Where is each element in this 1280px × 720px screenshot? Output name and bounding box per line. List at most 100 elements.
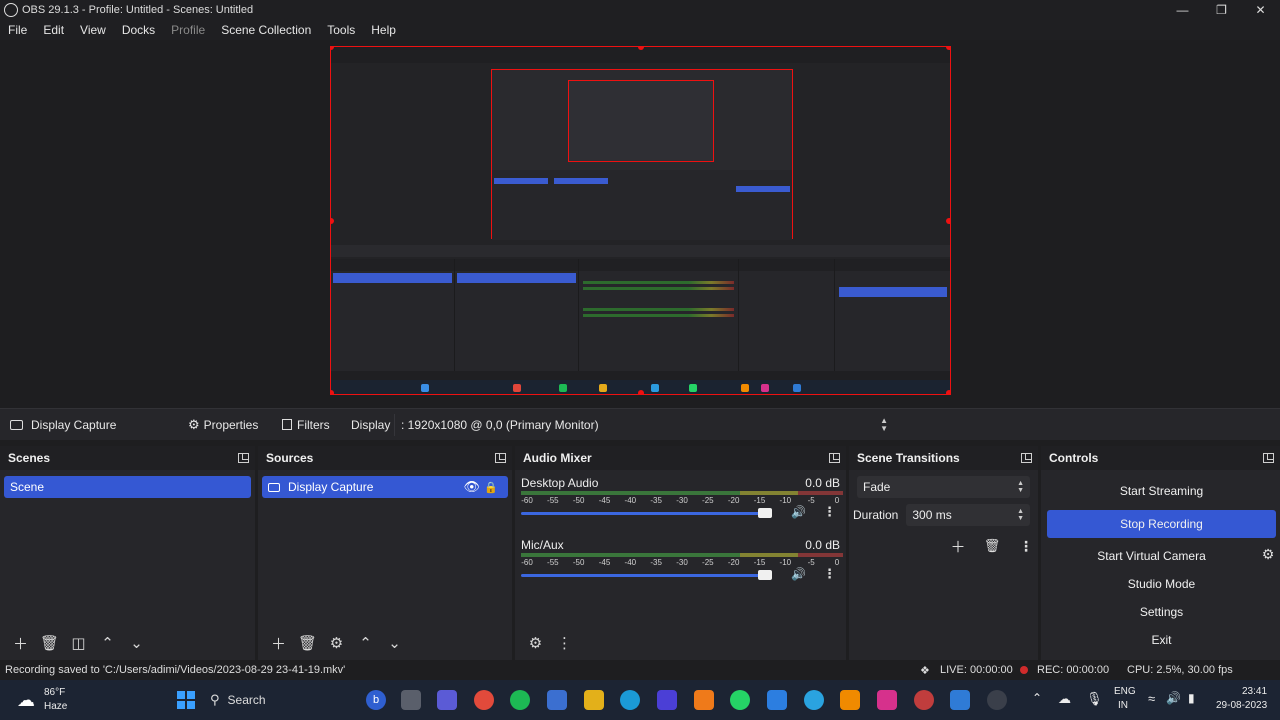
meter-tick-label: -60	[521, 496, 533, 505]
obs-taskbar-icon[interactable]	[987, 690, 1007, 710]
store-icon[interactable]	[547, 690, 567, 710]
settings-button[interactable]: Settings	[1047, 599, 1276, 625]
rec-dot-icon	[1020, 666, 1028, 674]
add-icon[interactable]: ＋	[941, 534, 975, 558]
clock-time[interactable]: 23:41	[1242, 686, 1267, 697]
add-icon[interactable]: ＋	[6, 631, 35, 655]
duration-spinbox[interactable]: 300 ms ▲ ▼	[906, 504, 1030, 526]
undock-icon[interactable]	[495, 453, 506, 463]
volume-icon[interactable]: 🔊	[1166, 691, 1181, 705]
channel-level: 0.0 dB	[805, 538, 840, 552]
eye-icon[interactable]: 👁	[463, 479, 480, 495]
scene-filters-icon[interactable]: ◫	[64, 631, 93, 655]
clock-date: 29-08-2023	[1216, 700, 1268, 711]
display-select[interactable]: : 1920x1080 @ 0,0 (Primary Monitor) ▲ ▼	[394, 413, 894, 436]
add-icon[interactable]: ＋	[264, 631, 293, 655]
exit-button[interactable]: Exit	[1047, 627, 1276, 653]
kebab-menu-icon[interactable]: ⋮	[823, 566, 836, 582]
kebab-menu-icon[interactable]: ⋮	[550, 631, 579, 655]
whatsapp-icon[interactable]	[730, 690, 750, 710]
undock-icon[interactable]	[238, 453, 249, 463]
mic-icon[interactable]: 🎙	[1086, 691, 1103, 707]
display-label: Display	[351, 417, 391, 432]
edge-icon[interactable]	[620, 690, 640, 710]
chrome-profile-icon[interactable]	[914, 690, 934, 710]
meter-tick-label: -30	[676, 496, 688, 505]
instagram-icon[interactable]	[877, 690, 897, 710]
app-icon[interactable]	[694, 690, 714, 710]
copilot-icon[interactable]: b	[366, 690, 386, 710]
kebab-menu-icon[interactable]: ⋮	[1009, 534, 1043, 558]
volume-slider-handle[interactable]	[757, 508, 772, 518]
windows-start-icon[interactable]	[176, 690, 196, 710]
menu-scene-collection[interactable]: Scene Collection	[213, 23, 319, 37]
menu-docks[interactable]: Docks	[114, 23, 163, 37]
minimize-icon[interactable]: —	[1163, 0, 1202, 20]
start-streaming-button[interactable]: Start Streaming	[1047, 478, 1276, 504]
title-bar: OBS 29.1.3 - Profile: Untitled - Scenes:…	[0, 0, 1280, 20]
menu-file[interactable]: File	[0, 23, 35, 37]
meter-tick-label: -25	[702, 558, 714, 567]
properties-button[interactable]: ⚙ Properties	[188, 417, 258, 433]
battery-icon[interactable]: ▮	[1188, 691, 1195, 705]
menu-edit[interactable]: Edit	[35, 23, 72, 37]
stop-recording-button[interactable]: Stop Recording	[1047, 510, 1276, 538]
menu-profile[interactable]: Profile	[163, 23, 213, 37]
onedrive-icon[interactable]: ☁	[1058, 691, 1071, 707]
volume-slider-handle[interactable]	[757, 570, 772, 580]
menu-help[interactable]: Help	[363, 23, 404, 37]
task-view-icon[interactable]	[401, 690, 421, 710]
controls-dock: Controls Start Streaming Stop Recording …	[1041, 446, 1280, 660]
teams-icon[interactable]	[437, 690, 457, 710]
gear-icon[interactable]: ⚙	[322, 631, 351, 655]
vlc-icon[interactable]	[840, 690, 860, 710]
menu-view[interactable]: View	[72, 23, 114, 37]
speaker-icon[interactable]: 🔊	[791, 567, 806, 581]
filters-button[interactable]: Filters	[282, 418, 330, 432]
move-down-icon[interactable]: ⌄	[380, 631, 409, 655]
maximize-icon[interactable]: ❐	[1202, 0, 1241, 20]
advanced-audio-gear-icon[interactable]: ⚙	[521, 631, 550, 655]
meter-tick-label: -55	[547, 558, 559, 567]
move-down-icon[interactable]: ⌄	[122, 631, 151, 655]
taskbar-search[interactable]: ⚲ Search	[210, 688, 370, 712]
undock-icon[interactable]	[1021, 453, 1032, 463]
undock-icon[interactable]	[829, 453, 840, 463]
trash-icon[interactable]: 🗑	[35, 631, 64, 655]
channel-name: Mic/Aux	[521, 538, 564, 552]
transition-select[interactable]: Fade ▲ ▼	[857, 476, 1030, 498]
spotify-icon[interactable]	[510, 690, 530, 710]
weather-icon[interactable]: ☁	[16, 690, 36, 710]
gear-icon[interactable]: ⚙	[1256, 546, 1280, 563]
close-icon[interactable]: ✕	[1241, 0, 1280, 20]
studio-mode-button[interactable]: Studio Mode	[1047, 571, 1276, 597]
code-editor-icon[interactable]	[657, 690, 677, 710]
speaker-icon[interactable]: 🔊	[791, 505, 806, 519]
trash-icon[interactable]: 🗑	[293, 631, 322, 655]
todo-icon[interactable]	[767, 690, 787, 710]
scene-item[interactable]: Scene	[4, 476, 251, 498]
wifi-icon[interactable]: ≈	[1148, 691, 1155, 706]
file-explorer-icon[interactable]	[584, 690, 604, 710]
source-item[interactable]: Display Capture 👁 🔒	[262, 476, 508, 498]
chrome-icon[interactable]	[474, 690, 494, 710]
telegram-icon[interactable]	[804, 690, 824, 710]
preview-canvas[interactable]	[330, 46, 951, 395]
kebab-menu-icon[interactable]: ⋮	[823, 504, 836, 520]
language-secondary: IN	[1118, 700, 1128, 711]
start-virtual-camera-button[interactable]: Start Virtual Camera	[1047, 543, 1256, 569]
chevron-up-icon[interactable]: ⌃	[1032, 691, 1042, 705]
vscode-icon[interactable]	[950, 690, 970, 710]
volume-slider[interactable]	[521, 574, 764, 577]
undock-icon[interactable]	[1263, 453, 1274, 463]
filter-icon	[282, 419, 292, 430]
nested-inner-preview	[568, 80, 714, 162]
language-primary[interactable]: ENG	[1114, 686, 1136, 697]
volume-slider[interactable]	[521, 512, 764, 515]
move-up-icon[interactable]: ⌃	[93, 631, 122, 655]
move-up-icon[interactable]: ⌃	[351, 631, 380, 655]
trash-icon[interactable]: 🗑	[975, 534, 1009, 558]
menu-tools[interactable]: Tools	[319, 23, 363, 37]
search-icon: ⚲	[210, 692, 220, 707]
lock-icon[interactable]: 🔒	[484, 481, 498, 494]
